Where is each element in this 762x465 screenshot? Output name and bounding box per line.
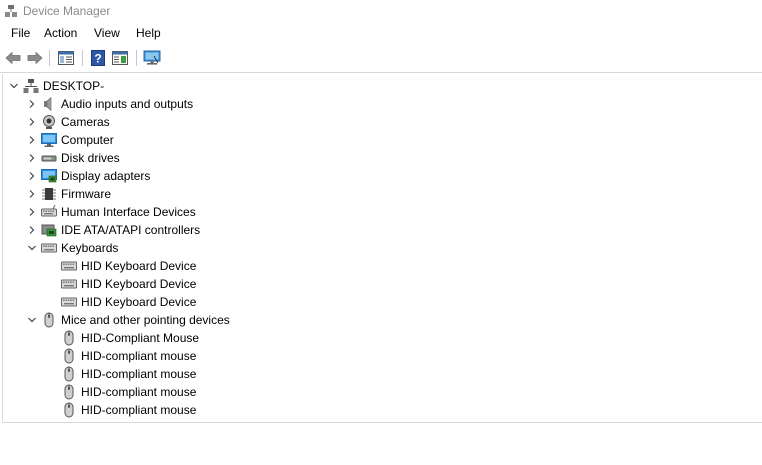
svg-text:?: ? xyxy=(94,52,101,66)
category-label: Disk drives xyxy=(61,151,120,165)
root-label: DESKTOP- xyxy=(43,79,105,93)
menu-view[interactable]: View xyxy=(92,26,122,40)
chevron-right-icon[interactable] xyxy=(25,221,39,239)
hid-icon xyxy=(41,204,57,220)
help-icon[interactable]: ? xyxy=(88,49,108,67)
keyboard-icon xyxy=(61,258,77,274)
category-label: Cameras xyxy=(61,115,110,129)
chevron-right-icon[interactable] xyxy=(25,149,39,167)
device-label: HID-Compliant Mouse xyxy=(81,331,200,345)
device-mouse[interactable]: HID-compliant mouse xyxy=(59,383,196,401)
category-label: Display adapters xyxy=(61,169,151,183)
category-disk-drives[interactable]: Disk drives xyxy=(25,149,120,167)
device-label: HID Keyboard Device xyxy=(81,259,197,273)
toolbar-separator xyxy=(136,50,137,66)
keyboard-icon xyxy=(61,276,77,292)
chevron-right-icon[interactable] xyxy=(25,167,39,185)
keyboard-icon xyxy=(41,240,57,256)
chevron-right-icon[interactable] xyxy=(25,95,39,113)
chevron-down-icon[interactable] xyxy=(25,239,39,257)
device-label: HID-compliant mouse xyxy=(81,385,197,399)
category-cameras[interactable]: Cameras xyxy=(25,113,110,131)
category-ide[interactable]: IDE ATA/ATAPI controllers xyxy=(25,221,200,239)
mouse-icon xyxy=(41,312,57,328)
category-label: Keyboards xyxy=(61,241,119,255)
category-computer[interactable]: Computer xyxy=(25,131,114,149)
chevron-right-icon[interactable] xyxy=(25,203,39,221)
category-display-adapters[interactable]: Display adapters xyxy=(25,167,150,185)
camera-icon xyxy=(41,114,57,130)
category-label: Audio inputs and outputs xyxy=(61,97,194,111)
forward-icon[interactable] xyxy=(25,49,45,67)
category-hid[interactable]: Human Interface Devices xyxy=(25,203,196,221)
back-icon[interactable] xyxy=(3,49,23,67)
chip-icon xyxy=(41,186,57,202)
device-label: HID-compliant mouse xyxy=(81,367,197,381)
menu-bar: File Action View Help xyxy=(0,22,762,44)
chevron-right-icon[interactable] xyxy=(25,131,39,149)
window-title: Device Manager xyxy=(23,4,111,18)
mouse-icon xyxy=(61,366,77,382)
chevron-down-icon[interactable] xyxy=(7,77,21,95)
category-label: Mice and other pointing devices xyxy=(61,313,230,327)
device-mouse[interactable]: HID-Compliant Mouse xyxy=(59,329,199,347)
disk-drive-icon xyxy=(41,150,57,166)
computer-tree-icon xyxy=(23,78,39,94)
device-mouse[interactable]: HID-compliant mouse xyxy=(59,365,196,383)
show-hide-console-tree-icon[interactable] xyxy=(56,49,76,67)
mouse-icon xyxy=(61,348,77,364)
device-label: HID Keyboard Device xyxy=(81,277,197,291)
device-manager-icon xyxy=(4,4,18,18)
device-tree: DESKTOP- Audio inputs and outputs Camera… xyxy=(2,74,762,423)
device-label: HID Keyboard Device xyxy=(81,295,197,309)
keyboard-icon xyxy=(61,294,77,310)
title-bar: Device Manager xyxy=(0,0,762,22)
chevron-right-icon[interactable] xyxy=(25,113,39,131)
category-label: Human Interface Devices xyxy=(61,205,196,219)
device-mouse[interactable]: HID-compliant mouse xyxy=(59,401,196,419)
chevron-down-icon[interactable] xyxy=(25,311,39,329)
ide-controller-icon xyxy=(41,222,57,238)
device-mouse[interactable]: HID-compliant mouse xyxy=(59,347,196,365)
device-label: HID-compliant mouse xyxy=(81,349,197,363)
category-label: Computer xyxy=(61,133,114,147)
category-audio[interactable]: Audio inputs and outputs xyxy=(25,95,193,113)
menu-help[interactable]: Help xyxy=(134,26,163,40)
device-keyboard[interactable]: HID Keyboard Device xyxy=(59,293,196,311)
mouse-icon xyxy=(61,402,77,418)
category-label: IDE ATA/ATAPI controllers xyxy=(61,223,201,237)
category-firmware[interactable]: Firmware xyxy=(25,185,111,203)
device-label: HID-compliant mouse xyxy=(81,403,197,417)
category-keyboards[interactable]: Keyboards xyxy=(25,239,118,257)
chevron-right-icon[interactable] xyxy=(25,185,39,203)
speaker-icon xyxy=(41,96,57,112)
menu-file[interactable]: File xyxy=(9,26,32,40)
computer-icon xyxy=(41,132,57,148)
device-keyboard[interactable]: HID Keyboard Device xyxy=(59,275,196,293)
toolbar: ? xyxy=(0,44,762,73)
monitor-icon[interactable] xyxy=(142,49,162,67)
category-mice[interactable]: Mice and other pointing devices xyxy=(25,311,230,329)
device-keyboard[interactable]: HID Keyboard Device xyxy=(59,257,196,275)
display-adapter-icon xyxy=(41,168,57,184)
category-label: Firmware xyxy=(61,187,111,201)
tree-root[interactable]: DESKTOP- xyxy=(7,77,104,95)
mouse-icon xyxy=(61,330,77,346)
menu-action[interactable]: Action xyxy=(42,26,79,40)
toolbar-separator xyxy=(82,50,83,66)
action-pane-icon[interactable] xyxy=(110,49,130,67)
toolbar-separator xyxy=(49,50,50,66)
mouse-icon xyxy=(61,384,77,400)
